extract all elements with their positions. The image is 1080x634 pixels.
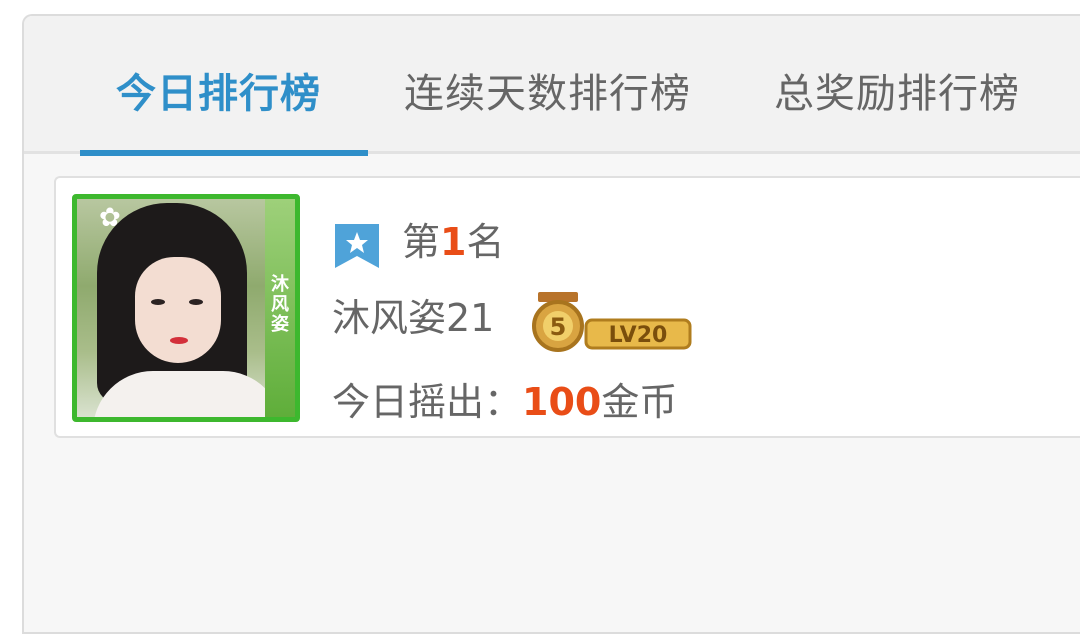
level-number: 5 — [550, 313, 567, 341]
earnings-unit: 金币 — [601, 380, 678, 424]
earnings-row: 今日摇出：100金币 — [332, 374, 677, 430]
avatar-side-label: 沐风姿 — [271, 274, 289, 335]
level-label: LV20 — [609, 323, 668, 348]
active-tab-indicator — [80, 150, 368, 156]
tab-total-reward-ranking[interactable]: 总奖励排行榜 — [774, 66, 1020, 122]
avatar[interactable]: ✿ 沐风姿 — [72, 194, 300, 422]
flower-ornament-icon: ✿ — [99, 203, 121, 233]
tab-bar: 今日排行榜 连续天数排行榜 总奖励排行榜 — [24, 16, 1080, 154]
tab-today-ranking[interactable]: 今日排行榜 — [116, 66, 321, 122]
username: 沐风姿21 — [332, 296, 495, 340]
bookmark-star-icon — [335, 224, 379, 268]
ranking-list-item[interactable]: ✿ 沐风姿 第1名 沐风姿21 5 LV20 今日摇出：100金币 — [54, 176, 1080, 438]
earnings-label: 今日摇出： — [332, 380, 523, 424]
tab-consecutive-days-ranking[interactable]: 连续天数排行榜 — [404, 66, 691, 122]
earnings-amount: 100 — [522, 380, 602, 424]
rank-number: 1 — [440, 220, 467, 264]
level-badge-icon: 5 LV20 — [532, 292, 692, 352]
rank-label: 第1名 — [402, 220, 505, 264]
